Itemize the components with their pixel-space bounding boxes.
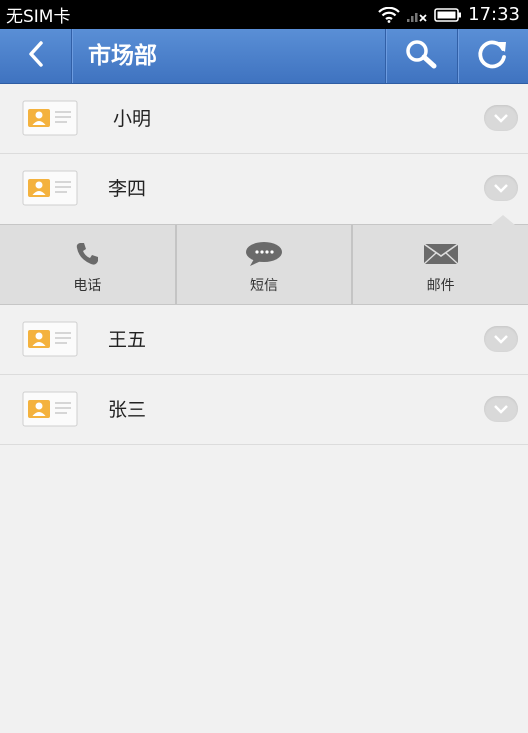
refresh-button[interactable] <box>458 29 528 83</box>
contact-name: 张三 <box>108 399 147 421</box>
back-button[interactable] <box>0 29 71 83</box>
battery-icon <box>434 7 462 23</box>
back-arrow-icon <box>26 40 46 72</box>
refresh-icon <box>476 38 510 74</box>
mail-label: 邮件 <box>426 278 455 294</box>
page-title: 市场部 <box>88 43 157 69</box>
chevron-down-icon <box>494 335 508 344</box>
signal-icon <box>406 7 428 23</box>
mail-button[interactable]: 邮件 <box>353 225 528 304</box>
title-bar: 市场部 <box>0 29 528 84</box>
expand-button[interactable] <box>484 326 518 352</box>
contact-card-icon <box>22 321 78 361</box>
contact-card-icon <box>22 170 78 210</box>
search-button[interactable] <box>386 29 456 83</box>
contact-name: 小明 <box>113 108 152 130</box>
expand-button[interactable] <box>484 175 518 201</box>
status-bar: 无SIM卡 17:33 <box>0 0 528 29</box>
time-text: 17:33 <box>468 4 520 25</box>
call-label: 电话 <box>73 278 102 294</box>
mail-icon <box>423 241 459 267</box>
sms-icon <box>245 241 283 267</box>
call-button[interactable]: 电话 <box>0 225 177 304</box>
contact-row[interactable]: 张三 <box>0 375 528 445</box>
action-panel: 电话 短信 邮件 <box>0 215 528 305</box>
contact-list: 小明 李四 电话 短信 邮件 王五 张三 <box>0 84 528 445</box>
panel-notch <box>491 215 515 225</box>
expand-button[interactable] <box>484 105 518 131</box>
phone-icon <box>74 241 100 267</box>
chevron-down-icon <box>494 184 508 193</box>
contact-row[interactable]: 王五 <box>0 305 528 375</box>
contact-card-icon <box>22 100 78 140</box>
contact-name: 李四 <box>108 178 147 200</box>
expand-button[interactable] <box>484 396 518 422</box>
title-divider <box>71 29 72 83</box>
contact-row[interactable]: 李四 <box>0 154 528 224</box>
status-icons: 17:33 <box>378 4 520 25</box>
sms-button[interactable]: 短信 <box>177 225 354 304</box>
search-icon <box>404 39 438 73</box>
wifi-icon <box>378 6 400 23</box>
contact-card-icon <box>22 391 78 431</box>
contact-name: 王五 <box>108 329 147 351</box>
chevron-down-icon <box>494 114 508 123</box>
chevron-down-icon <box>494 405 508 414</box>
contact-row[interactable]: 小明 <box>0 84 528 154</box>
carrier-text: 无SIM卡 <box>6 7 71 27</box>
sms-label: 短信 <box>250 278 278 294</box>
